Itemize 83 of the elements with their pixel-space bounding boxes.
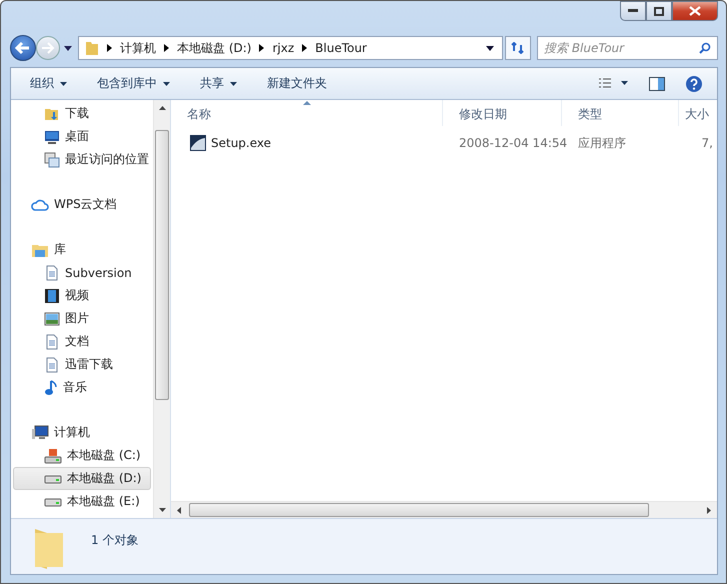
navigation-item[interactable]: 文档 <box>13 330 151 353</box>
close-button[interactable] <box>672 1 718 21</box>
back-arrow-icon <box>15 41 31 55</box>
scroll-thumb[interactable] <box>189 503 649 517</box>
vertical-scrollbar[interactable] <box>153 100 170 518</box>
navigation-item[interactable]: 本地磁盘 (E:) <box>13 490 151 513</box>
table-cell: 应用程序 <box>578 134 626 152</box>
breadcrumb[interactable]: BlueTour <box>315 41 478 55</box>
horizontal-scrollbar[interactable] <box>171 501 717 518</box>
navigation-item[interactable]: 视频 <box>13 284 151 307</box>
navigation-item[interactable]: 库 <box>11 238 153 261</box>
breadcrumb[interactable]: 本地磁盘 (D:) <box>177 40 252 56</box>
search-field[interactable]: 搜索 BlueTour <box>537 36 718 60</box>
maximize-icon <box>654 6 664 16</box>
column-header[interactable]: 修改日期 <box>443 100 562 126</box>
drive-icon <box>44 496 62 506</box>
navigation-item[interactable]: 最近访问的位置 <box>13 148 151 171</box>
navigation-item[interactable]: Subversion <box>13 261 151 284</box>
folder-icon <box>85 40 99 56</box>
dropdown-arrow-icon <box>163 82 170 86</box>
document-icon <box>44 264 60 280</box>
breadcrumb-arrow-icon[interactable] <box>302 44 308 52</box>
cloud-icon <box>31 198 49 212</box>
breadcrumb-arrow-icon[interactable] <box>107 44 112 52</box>
back-button[interactable] <box>10 35 36 61</box>
address-bar[interactable]: 计算机 本地磁盘 (D:) rjxz BlueTour <box>78 36 503 60</box>
recent-places-icon <box>44 152 60 168</box>
navigation-item[interactable]: 计算机 <box>11 421 153 444</box>
toolbar-button[interactable]: 共享 <box>191 71 246 96</box>
column-header[interactable]: 类型 <box>562 100 679 126</box>
status-text: 1 个对象 <box>91 532 138 549</box>
navigation-item[interactable]: 下载 <box>13 102 151 125</box>
preview-pane-icon[interactable] <box>649 76 665 90</box>
breadcrumb-arrow-icon[interactable] <box>259 44 264 52</box>
scroll-up-icon[interactable] <box>158 106 166 110</box>
folder-icon <box>33 527 65 571</box>
dropdown-arrow-icon <box>60 82 67 86</box>
toolbar-button[interactable]: 新建文件夹 <box>258 71 336 96</box>
document-icon <box>44 334 60 350</box>
maximize-button[interactable] <box>646 1 672 21</box>
scroll-left-icon[interactable] <box>177 506 181 514</box>
help-icon[interactable] <box>685 74 703 92</box>
document-icon <box>44 356 60 372</box>
toolbar-button[interactable]: 包含到库中 <box>88 71 179 96</box>
navigation-item[interactable]: 本地磁盘 (D:) <box>13 467 151 490</box>
dropdown-arrow-icon <box>230 82 237 86</box>
film-icon <box>44 288 60 304</box>
column-header[interactable]: 大小 <box>679 100 715 126</box>
scroll-right-icon[interactable] <box>707 506 711 514</box>
file-name[interactable]: Setup.exe <box>211 136 272 150</box>
navigation-item[interactable]: 桌面 <box>13 125 151 148</box>
forward-arrow-icon <box>41 42 55 54</box>
navigation-item[interactable]: 本地磁盘 (C:) <box>13 444 151 467</box>
refresh-icon <box>511 42 525 54</box>
search-icon <box>699 42 711 54</box>
scroll-thumb[interactable] <box>155 130 169 400</box>
application-icon <box>189 134 207 152</box>
music-note-icon <box>44 380 58 396</box>
dropdown-arrow-icon[interactable] <box>486 46 494 50</box>
monitor-icon <box>44 128 60 144</box>
navigation-item[interactable]: 图片 <box>13 307 151 330</box>
view-options-icon[interactable] <box>599 78 629 90</box>
navigation-item[interactable]: WPS云文档 <box>11 193 153 216</box>
table-cell: 7, <box>702 136 713 150</box>
table-cell: 2008-12-04 14:54 <box>459 136 568 150</box>
history-dropdown-icon[interactable] <box>64 46 72 50</box>
sort-arrow-icon <box>302 101 310 105</box>
breadcrumb-arrow-icon[interactable] <box>164 44 169 52</box>
system-drive-icon <box>44 448 62 464</box>
drive-icon <box>44 474 62 484</box>
navigation-item[interactable]: 音乐 <box>13 376 151 399</box>
picture-icon <box>44 310 60 326</box>
minimize-icon <box>628 9 638 13</box>
breadcrumb[interactable]: 计算机 <box>120 40 156 56</box>
toolbar-button[interactable]: 组织 <box>21 71 76 96</box>
scroll-down-icon[interactable] <box>158 508 166 512</box>
computer-icon <box>31 424 49 440</box>
close-icon <box>689 6 701 16</box>
refresh-button[interactable] <box>505 36 531 60</box>
column-header[interactable]: 名称 <box>171 100 443 126</box>
breadcrumb[interactable]: rjxz <box>272 41 294 55</box>
navigation-item[interactable]: 迅雷下载 <box>13 353 151 376</box>
minimize-button[interactable] <box>620 1 646 21</box>
